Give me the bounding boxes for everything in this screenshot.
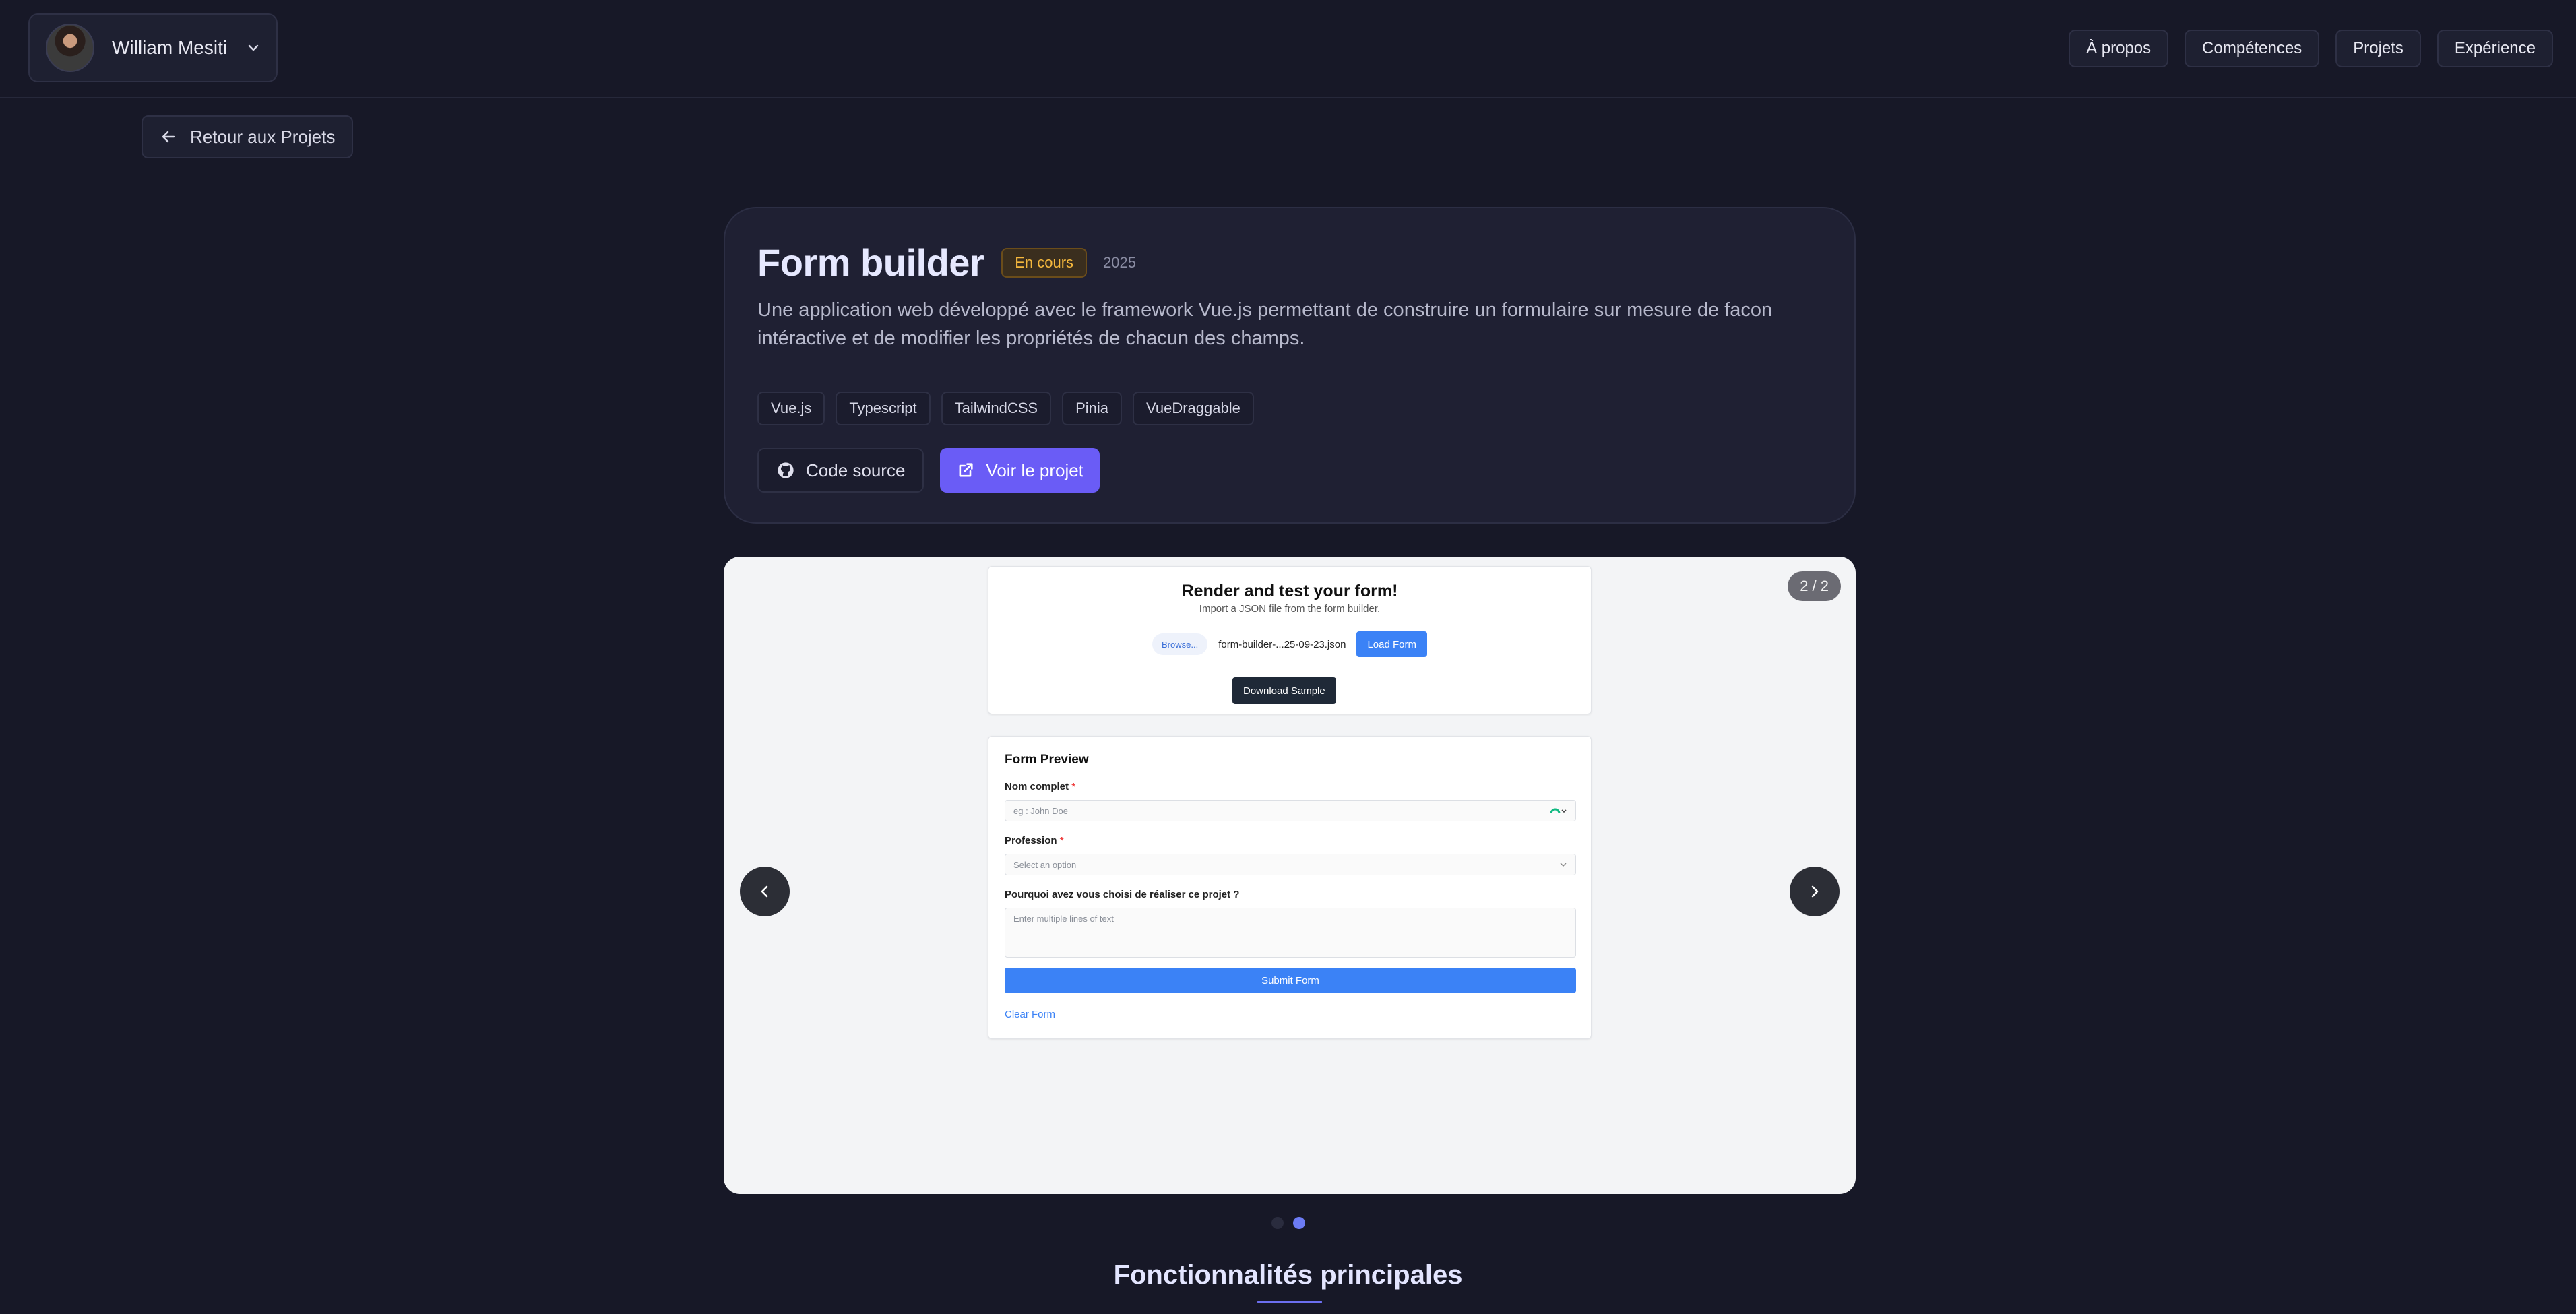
project-title: Form builder [757, 241, 984, 284]
project-card: Form builder En cours 2025 Une applicati… [724, 207, 1856, 524]
tag: Pinia [1062, 392, 1123, 425]
submit-form-button[interactable]: Submit Form [1005, 968, 1576, 993]
render-title: Render and test your form! [1181, 582, 1398, 600]
profession-select[interactable]: Select an option [1005, 854, 1576, 875]
slide-counter: 2 / 2 [1788, 571, 1841, 601]
chevron-right-icon [1811, 885, 1819, 898]
title-underline [1257, 1301, 1322, 1303]
back-label: Retour aux Projets [190, 126, 336, 147]
external-link-icon [959, 463, 974, 477]
tag: Typescript [836, 392, 931, 425]
chevron-left-icon [761, 885, 768, 898]
autofill-icon [1550, 808, 1567, 814]
profile-name: William Mesiti [112, 37, 228, 58]
carousel-dot[interactable] [1271, 1217, 1284, 1229]
tag: Vue.js [757, 392, 825, 425]
project-description: Une application web développé avec le fr… [757, 299, 1773, 349]
main-nav: À propos Compétences Projets Expérience [2069, 30, 2553, 67]
chevron-down-icon [1560, 863, 1567, 867]
source-code-label: Code source [806, 460, 906, 480]
reason-textarea[interactable]: Enter multiple lines of text [1005, 908, 1576, 958]
source-code-button[interactable]: Code source [757, 448, 924, 493]
nav-item-projects[interactable]: Projets [2335, 30, 2421, 67]
field-label: Pourquoi avez vous choisi de réaliser ce… [1005, 889, 1240, 900]
field-label: Profession * [1005, 835, 1064, 846]
field-label: Nom complet * [1005, 781, 1076, 792]
tag: VueDraggable [1133, 392, 1254, 425]
tech-tags: Vue.js Typescript TailwindCSS Pinia VueD… [757, 392, 1254, 425]
form-preview-panel: Form Preview Nom complet * eg : John Doe… [988, 736, 1592, 1039]
render-subtitle: Import a JSON file from the form builder… [1199, 603, 1381, 615]
browse-button[interactable]: Browse... [1152, 633, 1208, 655]
profile-menu-button[interactable]: William Mesiti [28, 13, 278, 82]
top-bar: William Mesiti À propos Compétences Proj… [0, 0, 2576, 98]
carousel-dots [1271, 1217, 1305, 1229]
nav-item-skills[interactable]: Compétences [2185, 30, 2320, 67]
github-icon [778, 462, 794, 478]
next-slide-button[interactable] [1790, 867, 1840, 916]
view-project-button[interactable]: Voir le projet [940, 448, 1100, 493]
render-panel: Render and test your form! Import a JSON… [988, 566, 1592, 714]
prev-slide-button[interactable] [740, 867, 790, 916]
tag: TailwindCSS [941, 392, 1052, 425]
status-badge: En cours [1001, 247, 1088, 278]
full-name-input[interactable]: eg : John Doe [1005, 800, 1576, 821]
project-year: 2025 [1103, 253, 1137, 271]
avatar [46, 24, 94, 72]
download-sample-button[interactable]: Download Sample [1232, 677, 1336, 704]
view-project-label: Voir le projet [986, 460, 1083, 480]
nav-item-about[interactable]: À propos [2069, 30, 2169, 67]
back-to-projects-button[interactable]: Retour aux Projets [142, 115, 353, 158]
arrow-left-icon [162, 131, 175, 143]
chevron-down-icon [248, 44, 259, 51]
clear-form-link[interactable]: Clear Form [1005, 1009, 1055, 1020]
nav-item-experience[interactable]: Expérience [2437, 30, 2553, 67]
file-name: form-builder-...25-09-23.json [1218, 638, 1346, 650]
features-title: Fonctionnalités principales [1113, 1260, 1463, 1290]
form-preview-title: Form Preview [1005, 753, 1089, 767]
load-form-button[interactable]: Load Form [1356, 631, 1427, 657]
carousel-dot-active[interactable] [1293, 1217, 1305, 1229]
screenshot-carousel: 2 / 2 Render and test your form! Import … [724, 557, 1856, 1194]
